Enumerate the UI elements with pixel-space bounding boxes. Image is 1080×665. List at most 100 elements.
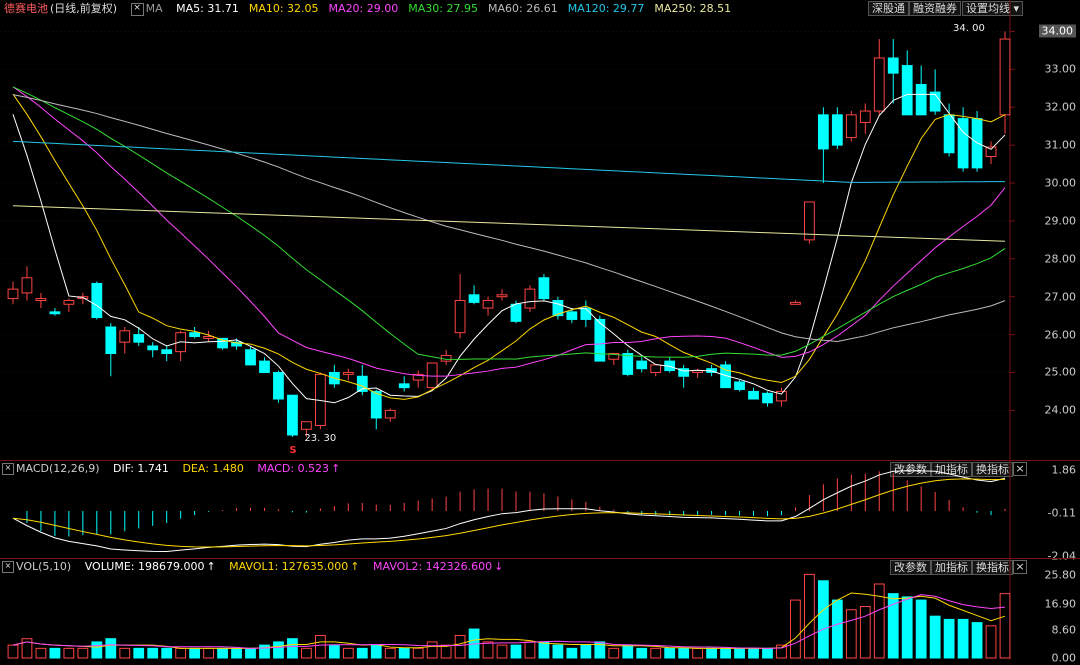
volume-bar-up: [440, 644, 452, 659]
low-price-label: 23. 30: [304, 432, 337, 444]
candle-up: [650, 364, 662, 373]
candle-down: [287, 394, 298, 436]
candle-down: [817, 114, 829, 150]
volume-bar-down: [748, 647, 759, 659]
candle-down: [147, 345, 159, 351]
volume-bar-down: [929, 615, 941, 659]
volume-bar-down: [287, 638, 298, 659]
volume-bar-up: [384, 647, 396, 659]
candle-up: [482, 299, 494, 309]
candle-down: [105, 326, 117, 355]
candle-down: [748, 390, 759, 400]
volume-bar-down: [510, 644, 522, 659]
candle-down: [91, 282, 103, 319]
candle-up: [845, 114, 857, 139]
candle-up: [859, 110, 871, 123]
volume-bar-up: [873, 583, 885, 659]
volume-bar-down: [580, 644, 592, 659]
volume-bar-down: [901, 596, 913, 659]
volume-bar-down: [356, 647, 368, 659]
high-price-label: 34. 00: [953, 23, 985, 35]
volume-bar-up: [342, 647, 354, 659]
volume-bar-up: [496, 644, 508, 659]
volume-bar-up: [692, 647, 704, 659]
candle-down: [245, 349, 256, 366]
volume-bar-up: [650, 647, 662, 659]
candle-down: [887, 57, 899, 74]
volume-bar-down: [245, 647, 256, 659]
candle-up: [873, 57, 885, 112]
chart-canvas[interactable]: [0, 0, 1080, 660]
volume-bar-down: [552, 644, 564, 659]
candle-down: [398, 383, 410, 389]
dif-line: [12, 470, 1006, 552]
candle-up: [7, 288, 19, 300]
candle-up: [301, 421, 312, 430]
volume-bar-down: [147, 647, 159, 659]
volume-bar-down: [678, 647, 690, 659]
volume-bar-down: [91, 641, 103, 659]
low-price-annotation: 23. 30: [304, 433, 336, 444]
volume-bar-up: [790, 599, 801, 659]
volume-bar-down: [273, 641, 284, 659]
volume-bar-down: [915, 599, 927, 659]
volume-bar-down: [328, 644, 340, 659]
volume-bar-up: [7, 644, 19, 659]
volume-bar-up: [985, 625, 997, 659]
candle-down: [831, 114, 843, 146]
volume-bar-down: [161, 647, 173, 659]
volume-bar-down: [706, 647, 717, 659]
volume-bar-up: [301, 647, 312, 659]
volume-bar-down: [133, 647, 145, 659]
candle-down: [943, 114, 955, 154]
volume-bar-up: [524, 641, 536, 659]
volume-bar-down: [370, 644, 382, 659]
candle-up: [35, 298, 47, 301]
volume-bar-up: [999, 593, 1011, 659]
volume-bar-down: [622, 644, 634, 659]
volume-bar-up: [35, 647, 47, 659]
sell-signal-marker: S: [289, 445, 296, 456]
volume-bar-up: [482, 641, 494, 659]
volume-bar-down: [538, 641, 550, 659]
volume-bar-down: [49, 647, 61, 659]
candle-up: [119, 330, 131, 343]
candle-down: [734, 381, 745, 391]
candle-up: [790, 301, 801, 305]
volume-bar-down: [720, 647, 731, 659]
volume-bar-up: [412, 647, 424, 659]
candle-down: [49, 311, 61, 315]
volume-bar-down: [566, 647, 578, 659]
candle-up: [496, 294, 508, 298]
volume-bar-down: [831, 599, 843, 659]
ma250-line: [12, 205, 1006, 242]
volume-bar-down: [105, 638, 117, 659]
volume-bar-up: [426, 641, 438, 659]
volume-bar-up: [804, 573, 815, 659]
candle-down: [622, 353, 634, 375]
volume-bar-down: [217, 647, 228, 659]
volume-bar-up: [63, 647, 75, 659]
candle-down: [636, 360, 648, 370]
volume-bar-up: [175, 647, 187, 659]
volume-bar-down: [734, 647, 745, 659]
candle-up: [342, 371, 354, 375]
sell-signal-label: S: [289, 444, 297, 456]
high-price-annotation: 34. 00: [953, 23, 985, 34]
volume-bar-down: [398, 647, 410, 659]
volume-bar-up: [314, 634, 326, 659]
candle-down: [762, 392, 773, 404]
volume-bar-up: [119, 647, 131, 659]
volume-bar-down: [957, 618, 969, 659]
candle-up: [384, 409, 396, 419]
candle-down: [273, 371, 284, 400]
volume-bar-down: [231, 647, 242, 659]
candle-up: [524, 288, 536, 309]
candle-down: [468, 294, 480, 303]
candle-down: [133, 334, 145, 343]
volume-bar-down: [636, 647, 648, 659]
candle-down: [189, 332, 201, 337]
volume-bar-up: [77, 647, 89, 659]
candle-up: [454, 299, 466, 334]
volume-bar-down: [189, 647, 201, 659]
